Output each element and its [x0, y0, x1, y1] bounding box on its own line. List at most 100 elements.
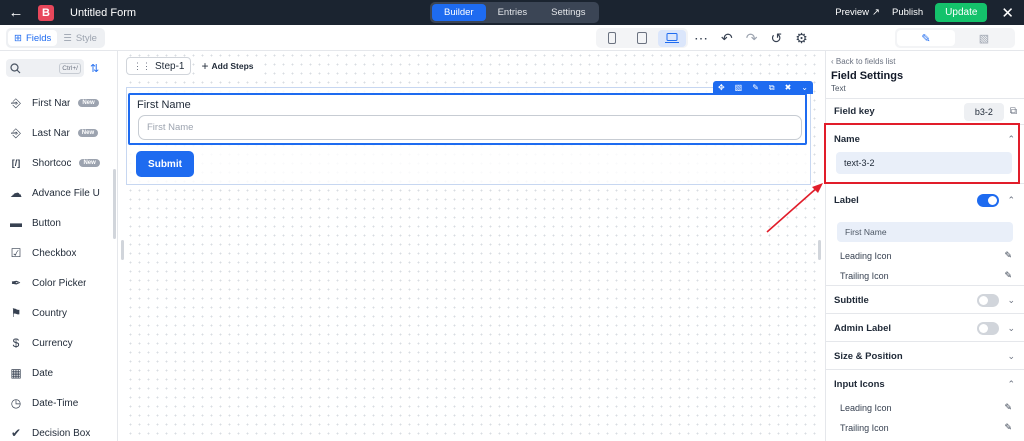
field-item-button[interactable]: ▬ Button — [8, 208, 110, 238]
submit-button[interactable]: Submit — [136, 151, 194, 177]
copy-icon[interactable]: ⧉ — [1010, 106, 1017, 117]
chevron-up-icon[interactable]: ⌃ — [1007, 379, 1015, 390]
chevron-down-icon[interactable]: ⌄ — [801, 83, 808, 92]
edit-icon[interactable]: ✎ — [1004, 270, 1012, 281]
edit-icon[interactable]: ✎ — [752, 83, 759, 92]
more-icon[interactable]: ⋯ — [694, 30, 708, 47]
field-item-advance-file-upload[interactable]: ☁ Advance File U — [8, 178, 110, 208]
preview-label: Preview — [835, 7, 870, 18]
move-icon[interactable]: ✥ — [718, 83, 725, 92]
subtitle-toggle[interactable] — [977, 293, 999, 307]
undo-icon[interactable]: ↶ — [721, 30, 733, 47]
input-icons-label: Input Icons — [834, 378, 885, 390]
color-picker-icon: ✒ — [10, 276, 22, 290]
gear-icon[interactable]: ⚙ — [795, 30, 808, 47]
input-icons-row[interactable]: Input Icons ⌃ — [826, 370, 1024, 398]
new-badge: New — [77, 129, 99, 137]
back-arrow-icon[interactable]: ← — [4, 0, 28, 25]
tab-fields[interactable]: ⊞ Fields — [8, 30, 58, 46]
plus-square-icon: ⊞ — [14, 32, 22, 44]
preview-button[interactable]: Preview ↗ — [835, 7, 880, 18]
input-leading-icon-row: Leading Icon ✎ — [840, 402, 1012, 413]
tablet-icon[interactable] — [628, 30, 656, 47]
subtitle-row[interactable]: Subtitle ⌄ — [826, 286, 1024, 314]
publish-button[interactable]: Publish — [892, 7, 923, 18]
redo-icon[interactable]: ↷ — [746, 30, 758, 47]
field-item-color-picker[interactable]: ✒ Color Picker — [8, 268, 110, 298]
edit-icon[interactable]: ✎ — [1004, 250, 1012, 261]
drag-handle-icon[interactable]: ⋮⋮ — [133, 61, 151, 72]
copy-icon[interactable]: ⧉ — [769, 83, 775, 93]
toolbar-actions: ⋯ ↶ ↷ ↺ ⚙ — [694, 28, 808, 48]
search-input[interactable]: Ctrl+/ — [6, 59, 84, 77]
toggle-knob — [979, 295, 988, 305]
field-item-checkbox[interactable]: ☑ Checkbox — [8, 238, 110, 268]
highlight-arrow — [766, 183, 823, 233]
tab-style[interactable]: ☰ Style — [57, 30, 103, 46]
first-name-input[interactable]: First Name — [138, 115, 802, 140]
chevron-down-icon[interactable]: ⌄ — [1007, 323, 1015, 334]
field-item-decision-box[interactable]: ✔ Decision Box — [8, 418, 110, 441]
text-field-icon: ⎆ — [11, 95, 21, 110]
edit-tab-icon[interactable]: ✎ — [897, 30, 955, 46]
close-icon[interactable]: ✕ — [1001, 4, 1014, 22]
trash-icon[interactable]: ✖ — [785, 83, 792, 92]
paint-icon[interactable]: ▧ — [735, 83, 743, 92]
back-link-label: Back to fields list — [835, 57, 896, 66]
external-link-icon: ↗ — [872, 7, 880, 18]
tab-settings[interactable]: Settings — [539, 4, 597, 21]
upload-icon: ☁ — [10, 186, 22, 200]
field-item-first-name[interactable]: ⎆ First Nar New — [8, 88, 110, 118]
paint-tab-icon[interactable]: ▧ — [955, 30, 1013, 46]
device-switch — [596, 28, 688, 48]
tab-entries[interactable]: Entries — [486, 4, 540, 21]
label-toggle[interactable] — [977, 193, 999, 207]
sidebar-resize-handle[interactable] — [121, 240, 124, 260]
update-button[interactable]: Update — [935, 3, 988, 22]
search-row: Ctrl+/ ⇅ — [6, 59, 112, 77]
leading-icon-row: Leading Icon ✎ — [840, 250, 1012, 261]
field-item-label: Date-Time — [32, 397, 79, 409]
chevron-up-icon[interactable]: ⌃ — [1007, 195, 1015, 206]
field-item-label: Checkbox — [32, 247, 77, 259]
field-item-label: Currency — [32, 337, 73, 349]
back-to-fields-link[interactable]: ‹ Back to fields list — [831, 57, 895, 66]
field-key-value[interactable]: b3-2 — [963, 102, 1004, 121]
field-item-date[interactable]: ▦ Date — [8, 358, 110, 388]
flag-icon: ⚑ — [10, 306, 22, 320]
edit-icon[interactable]: ✎ — [1004, 422, 1012, 433]
chevron-down-icon[interactable]: ⌄ — [1007, 351, 1015, 362]
field-item-country[interactable]: ⚑ Country — [8, 298, 110, 328]
highlight-box — [824, 123, 1020, 184]
field-item-label: Advance File U — [32, 187, 100, 199]
label-input[interactable]: First Name — [837, 222, 1013, 242]
sidebar-scrollbar[interactable] — [113, 169, 116, 239]
tab-builder[interactable]: Builder — [432, 4, 486, 21]
chevron-down-icon[interactable]: ⌄ — [1007, 295, 1015, 306]
subtitle-label: Subtitle — [834, 294, 869, 306]
trailing-icon-row: Trailing Icon ✎ — [840, 270, 1012, 281]
add-steps-button[interactable]: + Add Steps — [195, 57, 260, 75]
history-icon[interactable]: ↺ — [770, 30, 782, 47]
step-tab[interactable]: ⋮⋮ Step-1 — [126, 57, 192, 75]
input-trailing-icon-label: Trailing Icon — [840, 422, 889, 433]
edit-icon[interactable]: ✎ — [1004, 402, 1012, 413]
field-item-date-time[interactable]: ◷ Date-Time — [8, 388, 110, 418]
phone-icon[interactable] — [598, 30, 626, 47]
canvas-resize-handle[interactable] — [818, 240, 821, 260]
admin-label-toggle[interactable] — [977, 321, 999, 335]
field-item-last-name[interactable]: ⎆ Last Nar New — [8, 118, 110, 148]
shortcut-badge: Ctrl+/ — [59, 62, 81, 74]
admin-label-row[interactable]: Admin Label ⌄ — [826, 314, 1024, 342]
selected-field[interactable]: ✥ ▧ ✎ ⧉ ✖ ⌄ First Name First Name — [128, 81, 813, 145]
size-position-row[interactable]: Size & Position ⌄ — [826, 342, 1024, 370]
field-item-currency[interactable]: $ Currency — [8, 328, 110, 358]
form-title[interactable]: Untitled Form — [70, 7, 136, 19]
laptop-icon[interactable] — [658, 29, 686, 47]
plus-icon: + — [201, 59, 209, 73]
toggle-knob — [979, 323, 988, 333]
sort-icon[interactable]: ⇅ — [90, 62, 99, 75]
toggle-knob — [988, 195, 997, 205]
field-item-shortcode[interactable]: [/] Shortcoc New — [8, 148, 110, 178]
label-row: Label ⌃ — [826, 184, 1024, 216]
